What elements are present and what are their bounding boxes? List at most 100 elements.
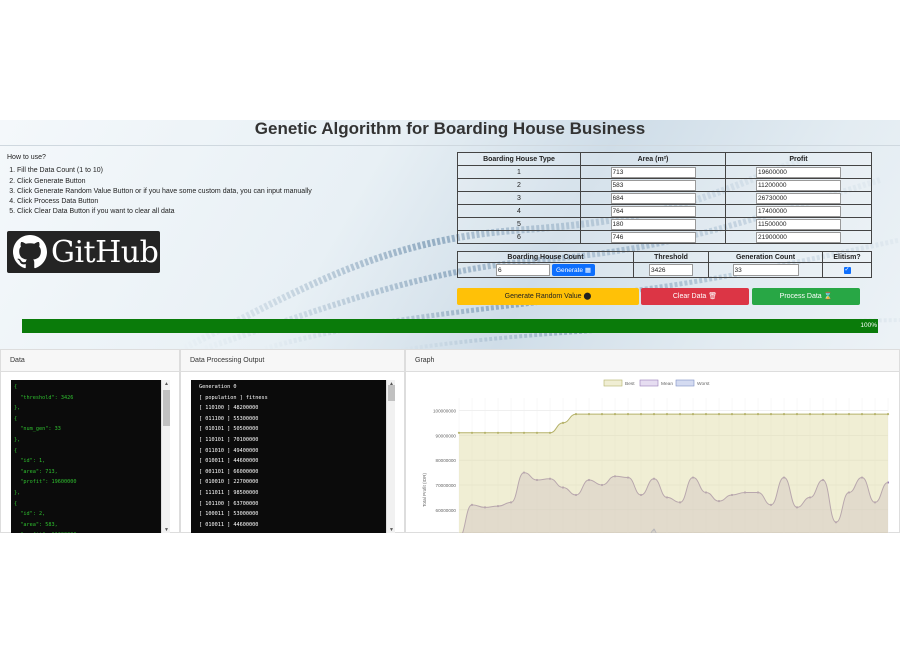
data-console[interactable]: { "threshold": 3426},{ "num_gen": 33},{ … — [11, 380, 161, 533]
data-point-best — [600, 413, 604, 416]
data-line: "profit": 11200000 — [14, 530, 161, 533]
data-point-best — [457, 431, 461, 434]
scroll-down-icon[interactable]: ▼ — [389, 527, 394, 533]
area-input[interactable] — [610, 218, 696, 230]
data-point-best — [860, 413, 864, 416]
data-point-best — [470, 431, 474, 434]
profit-cell — [725, 191, 872, 205]
data-point-best — [795, 413, 799, 416]
profit-input[interactable] — [756, 179, 841, 191]
output-line: [ 010011 ] 44600000 — [199, 458, 259, 465]
data-line: { — [14, 384, 18, 390]
output-line: [ 011010 ] 49400000 — [199, 447, 259, 454]
data-point-best — [561, 421, 565, 424]
data-point-best — [782, 413, 786, 416]
output-panel: Data Processing Output Generation 0 [ pop… — [180, 349, 405, 533]
data-point-best — [535, 431, 539, 434]
graph-panel-header: Graph — [406, 350, 899, 372]
data-point-best — [587, 413, 591, 416]
output-panel-header: Data Processing Output — [181, 350, 404, 372]
data-line: { — [14, 500, 18, 507]
threshold-input[interactable] — [649, 264, 693, 277]
controls-header-row: Boarding House Count Threshold Generatio… — [457, 251, 872, 263]
type-cell: 6 — [457, 230, 581, 244]
profit-cell — [725, 217, 872, 231]
scroll-down-icon[interactable]: ▼ — [164, 527, 169, 533]
data-point-best — [886, 413, 890, 416]
table-header-row: Boarding House Type Area (m²) Profit — [457, 152, 872, 166]
output-line: [ 111011 ] 98500000 — [199, 489, 259, 496]
data-point-best — [626, 413, 630, 416]
boarding-house-table: Boarding House Type Area (m²) Profit 1 2… — [457, 152, 872, 244]
generation-count-input[interactable] — [732, 264, 799, 277]
output-line: [ 101100 ] 63700000 — [199, 500, 259, 507]
generate-button[interactable]: Generate ▦ — [551, 264, 595, 276]
output-line: [ 001101 ] 66000000 — [199, 468, 259, 475]
scrollbar-thumb[interactable] — [388, 385, 395, 401]
output-line: [ 100011 ] 53000000 — [199, 511, 259, 518]
profit-input[interactable] — [756, 218, 841, 230]
app-window: Genetic Algorithm for Boarding House Bus… — [0, 120, 900, 533]
area-cell — [580, 178, 726, 192]
generate-random-value-button[interactable]: Generate Random Value ⬤ — [457, 288, 639, 305]
github-link[interactable]: GitHub — [7, 231, 160, 273]
data-line: "threshold": 3426 — [14, 394, 74, 401]
output-console[interactable]: Generation 0 [ population ] fitness [ 1101… — [191, 380, 386, 533]
data-point-best — [548, 431, 552, 434]
progress-fill: 100% — [22, 319, 878, 333]
data-line: "area": 583, — [14, 521, 58, 528]
how-to-section: How to use? Fill the Data Count (1 to 10… — [7, 153, 312, 218]
data-line: }, — [14, 436, 21, 443]
table-row: 6 — [457, 230, 872, 244]
profit-cell — [725, 204, 872, 218]
area-input[interactable] — [610, 205, 696, 217]
elitism-checkbox[interactable]: ✓ — [843, 267, 851, 275]
scrollbar-thumb[interactable] — [163, 390, 170, 426]
data-point-best — [509, 431, 513, 434]
y-tick-label: 70000000 — [436, 483, 457, 488]
y-axis-label: Total Profit (IDR) — [422, 473, 427, 507]
profit-cell — [725, 165, 872, 179]
area-input[interactable] — [610, 192, 696, 204]
clear-data-button[interactable]: Clear Data 🗑 — [641, 288, 749, 305]
table-row: 2 — [457, 178, 872, 192]
legend-label: Worst — [697, 381, 710, 387]
data-line: "profit": 19600000 — [14, 479, 77, 486]
data-point-best — [691, 413, 695, 416]
data-point-best — [704, 413, 708, 416]
data-point-best — [873, 413, 877, 416]
data-line: "area": 713, — [14, 468, 58, 475]
area-input[interactable] — [610, 231, 696, 243]
data-point-best — [678, 413, 682, 416]
house-count-input[interactable] — [495, 264, 550, 277]
profit-input[interactable] — [756, 205, 841, 217]
area-cell — [580, 230, 726, 244]
profit-input[interactable] — [756, 166, 841, 178]
data-scrollbar[interactable]: ▲ ▼ — [161, 380, 170, 533]
col-header-generation: Generation Count — [708, 251, 823, 263]
table-row: 4 — [457, 204, 872, 218]
github-octocat-icon — [13, 235, 47, 269]
output-scrollbar[interactable]: ▲ ▼ — [386, 380, 395, 533]
profit-input[interactable] — [756, 231, 841, 243]
data-point-best — [483, 431, 487, 434]
legend-swatch — [639, 379, 659, 387]
y-tick-label: 90000000 — [436, 433, 457, 438]
data-line: "id": 1, — [14, 458, 46, 465]
area-input[interactable] — [610, 166, 696, 178]
scroll-up-icon[interactable]: ▲ — [164, 381, 169, 387]
table-row: 3 — [457, 191, 872, 205]
data-line: }, — [14, 405, 21, 412]
col-header-profit: Profit — [725, 152, 872, 166]
fitness-chart: 100000000 90000000 80000000 70000000 6000000… — [422, 379, 890, 533]
area-cell — [580, 191, 726, 205]
legend-swatch — [675, 379, 695, 387]
area-input[interactable] — [610, 179, 696, 191]
how-to-step: Click Process Data Button — [17, 197, 312, 207]
output-line: [ population ] fitness — [199, 394, 268, 401]
process-data-button[interactable]: Process Data ⌛ — [752, 288, 860, 305]
count-cell: Generate ▦ — [457, 261, 634, 279]
data-point-best — [769, 413, 773, 416]
profit-input[interactable] — [756, 192, 841, 204]
col-header-count: Boarding House Count — [457, 251, 634, 263]
